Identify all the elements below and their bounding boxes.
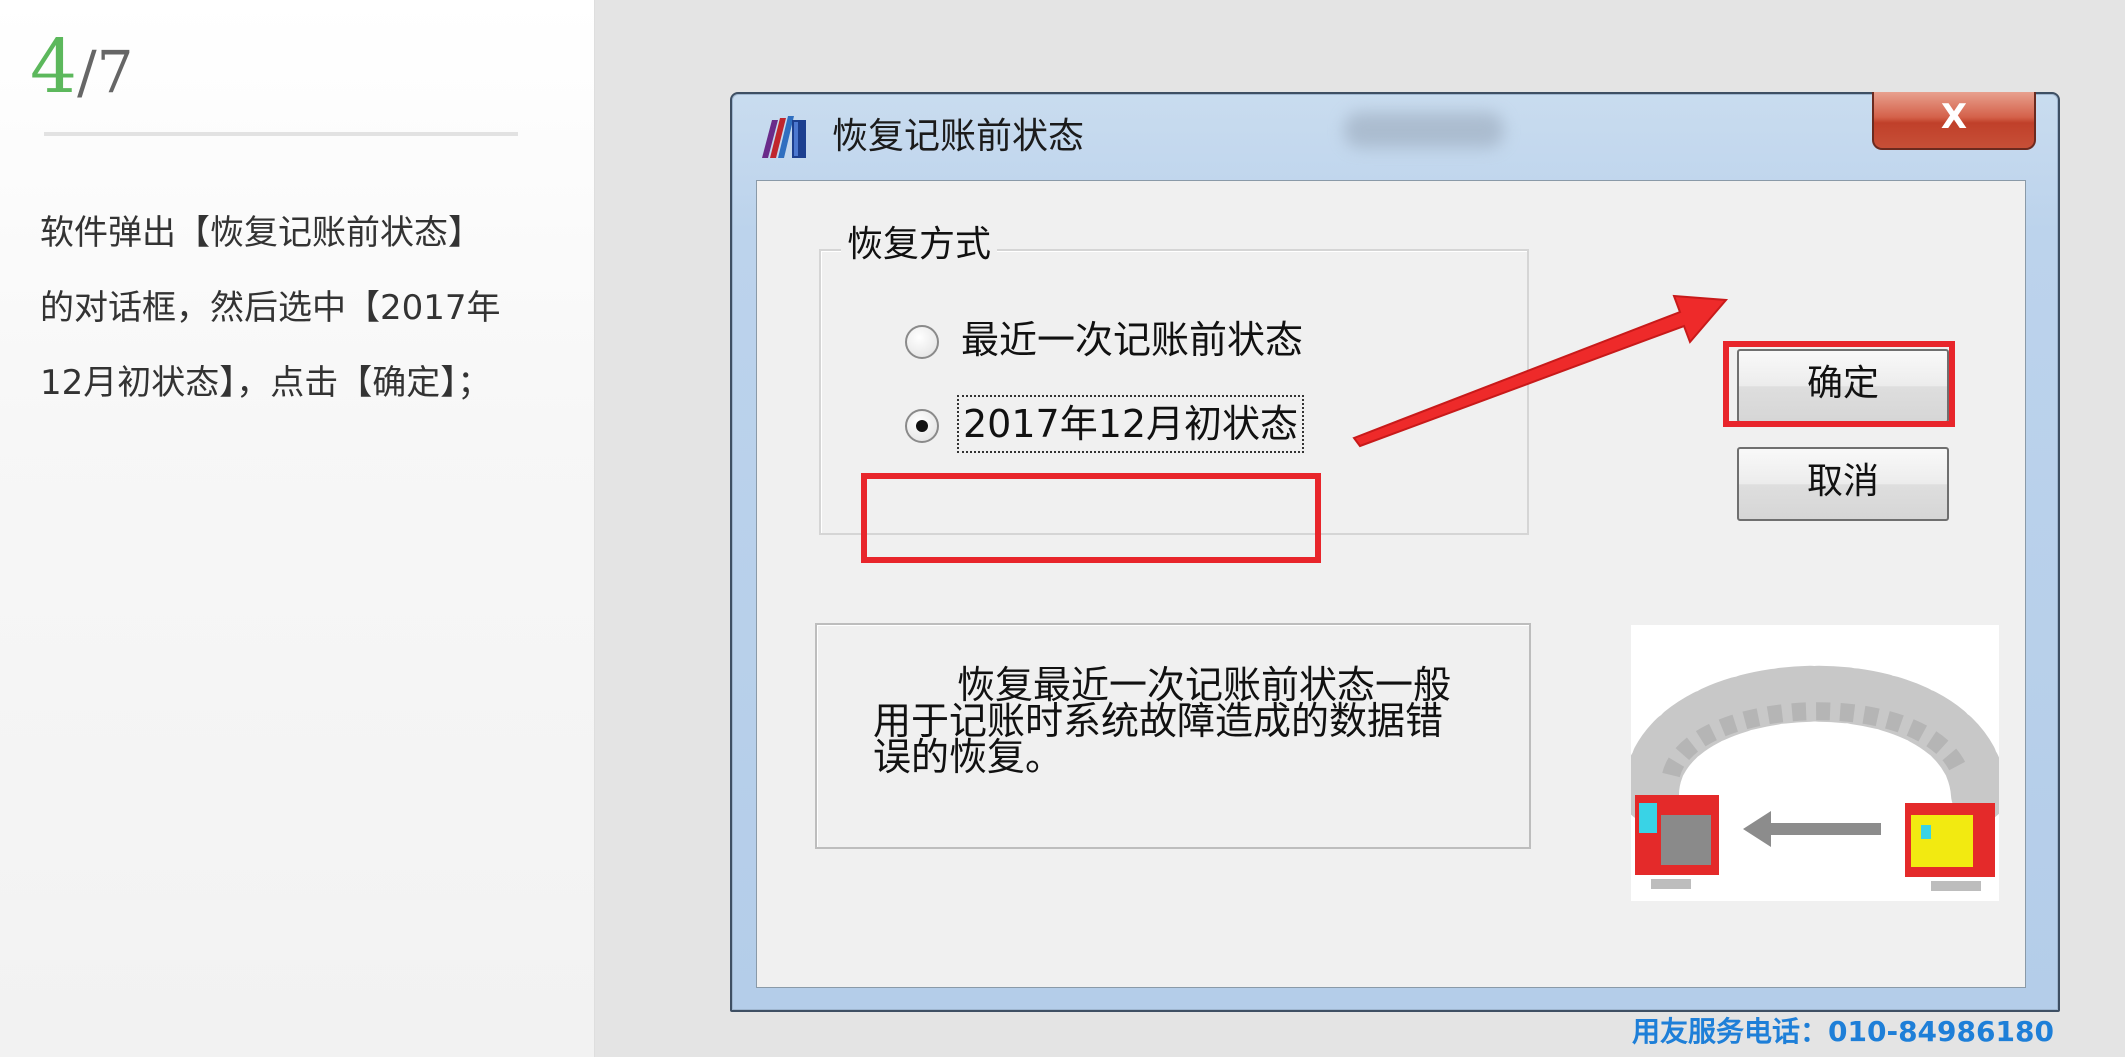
option-highlight-box: [861, 473, 1321, 563]
instruction-panel: 4/7 软件弹出【恢复记账前状态】的对话框，然后选中【2017年12月初状态】，…: [0, 0, 595, 1057]
instruction-text: 软件弹出【恢复记账前状态】的对话框，然后选中【2017年12月初状态】，点击【确…: [40, 213, 501, 403]
option-recent-label[interactable]: 最近一次记账前状态: [961, 315, 1303, 365]
books-icon: [762, 116, 806, 158]
close-button[interactable]: X: [1872, 92, 2036, 150]
description-text: 恢复最近一次记账前状态一般用于记账时系统故障造成的数据错误的恢复。: [873, 663, 1452, 779]
restore-dialog: 恢复记账前状态 X 恢复方式 最近一次记账前状态 2017年12月初状态 恢复最…: [730, 92, 2060, 1012]
confirm-highlight-box: [1723, 341, 1955, 427]
option-dec2017-label[interactable]: 2017年12月初状态: [956, 395, 1305, 453]
cancel-button[interactable]: 取消: [1737, 447, 1949, 521]
step-total: /7: [77, 38, 134, 106]
service-hotline: 用友服务电话：010-84986180: [1632, 1015, 2054, 1048]
step-counter: 4/7: [30, 22, 134, 117]
blurred-title-text: [1344, 112, 1504, 148]
radio-recent[interactable]: [905, 325, 939, 359]
dialog-client-area: 恢复方式 最近一次记账前状态 2017年12月初状态 恢复最近一次记账前状态一般…: [756, 180, 2026, 988]
groupbox-label: 恢复方式: [841, 221, 998, 269]
step-current: 4: [30, 24, 78, 110]
restore-illustration: [1631, 625, 1999, 901]
radio-dec2017[interactable]: [905, 409, 939, 443]
dialog-title: 恢复记账前状态: [832, 116, 1085, 157]
step-divider: [44, 132, 518, 136]
radio-selected-dot: [916, 420, 928, 432]
description-box: 恢复最近一次记账前状态一般用于记账时系统故障造成的数据错误的恢复。: [815, 623, 1531, 849]
